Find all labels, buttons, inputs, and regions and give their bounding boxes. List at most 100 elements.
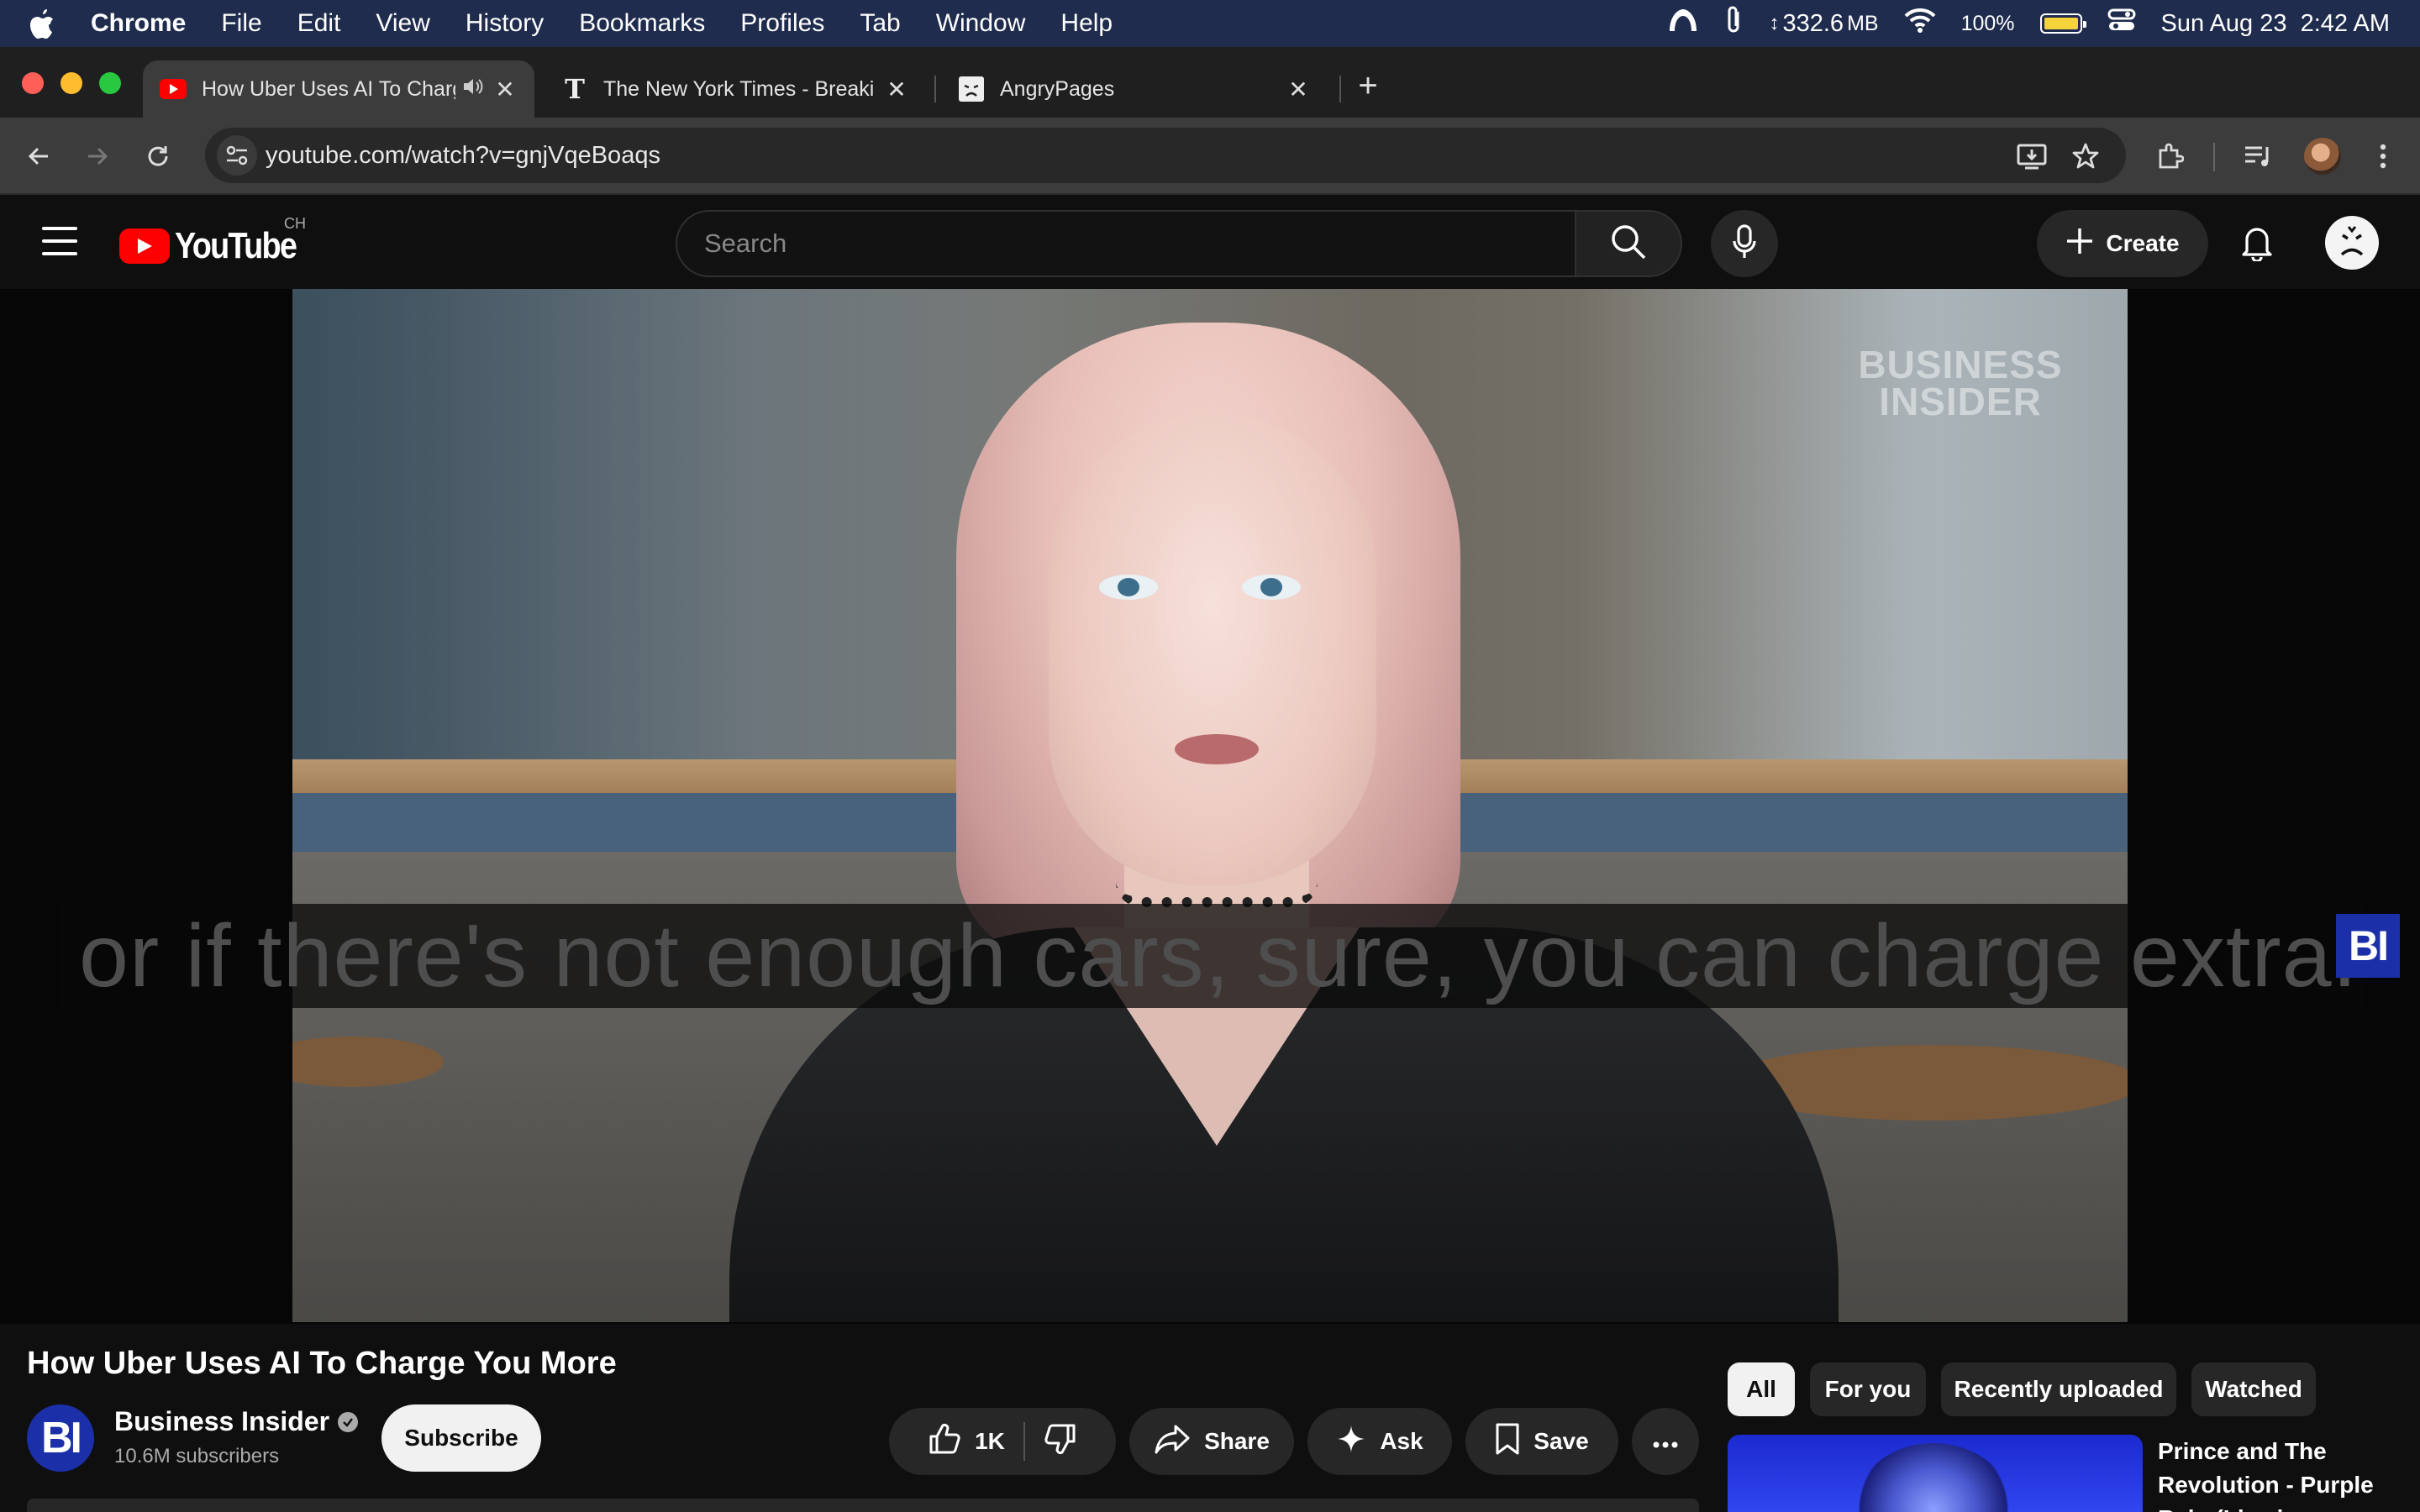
save-label: Save — [1534, 1428, 1589, 1454]
tab-strip: How Uber Uses AI To Charge You More ✕ T … — [0, 47, 2420, 118]
menu-app-chrome[interactable]: Chrome — [91, 9, 186, 38]
channel-avatar[interactable]: BI — [27, 1404, 94, 1472]
channel-name-text: Business Insider — [114, 1406, 330, 1436]
chrome-menu-icon[interactable] — [2365, 138, 2402, 175]
tab-divider — [1339, 76, 1341, 102]
watermark-line: INSIDER — [1879, 380, 2042, 423]
close-window-button[interactable] — [22, 72, 44, 94]
guide-menu-icon[interactable] — [42, 227, 77, 255]
more-actions-button[interactable] — [1632, 1408, 1699, 1475]
video-player[interactable]: BUSINESS INSIDER — [0, 289, 2420, 1324]
nebula-icon[interactable] — [1666, 8, 1700, 39]
like-count: 1K — [975, 1428, 1005, 1454]
menu-profiles[interactable]: Profiles — [740, 9, 824, 38]
bell-icon — [2240, 223, 2274, 265]
channel-name[interactable]: Business Insider — [114, 1406, 359, 1437]
speaker-icon[interactable] — [462, 76, 484, 102]
description-box-edge[interactable] — [27, 1499, 1699, 1512]
bookmark-star-icon[interactable] — [2067, 138, 2104, 175]
subscribe-button[interactable]: Subscribe — [381, 1404, 541, 1472]
recommendation-title[interactable]: Prince and The Revolution - Purple Rain … — [2158, 1435, 2410, 1512]
angrypages-icon — [958, 76, 985, 102]
video-title: How Uber Uses AI To Charge You More — [27, 1346, 617, 1381]
profile-avatar[interactable] — [2304, 138, 2341, 175]
tab-nytimes[interactable]: T The New York Times - Breaking News ✕ — [544, 60, 926, 118]
youtube-wordmark: YouTube — [175, 225, 297, 266]
search-placeholder: Search — [704, 228, 787, 258]
menu-view[interactable]: View — [376, 9, 429, 38]
menu-window[interactable]: Window — [936, 9, 1026, 38]
youtube-logo[interactable]: YouTube CH — [119, 215, 316, 267]
create-button[interactable]: Create — [2037, 210, 2208, 277]
like-dislike-group: 1K — [889, 1408, 1116, 1475]
youtube-play-logo-icon — [119, 228, 170, 264]
media-control-icon[interactable] — [2240, 138, 2277, 175]
close-tab-icon[interactable]: ✕ — [884, 76, 909, 103]
share-icon — [1154, 1424, 1191, 1460]
memory-value: 332.6 — [1782, 9, 1844, 37]
menu-history[interactable]: History — [466, 9, 544, 38]
zoom-window-button[interactable] — [99, 72, 121, 94]
dislike-button[interactable] — [1025, 1408, 1096, 1475]
back-button[interactable] — [20, 138, 57, 175]
caption-bar: or if there's not enough cars, sure, you… — [60, 904, 2363, 1008]
wifi-icon[interactable] — [1904, 8, 1936, 39]
menu-edit[interactable]: Edit — [297, 9, 341, 38]
minimize-window-button[interactable] — [60, 72, 82, 94]
video-frame[interactable]: BUSINESS INSIDER — [292, 289, 2128, 1322]
watermark-line: BUSINESS — [1858, 343, 2063, 386]
share-button[interactable]: Share — [1129, 1408, 1294, 1475]
memory-icon: ↕ — [1769, 12, 1780, 34]
forward-button[interactable] — [79, 138, 116, 175]
menubar-status-area: ↕ 332.6 MB 100% Sun Aug 23 2:42 AM — [1666, 0, 2390, 47]
memory-readout[interactable]: ↕ 332.6 MB — [1769, 10, 1878, 38]
tab-title: How Uber Uses AI To Charge You More — [202, 76, 455, 101]
control-center-icon[interactable] — [2107, 8, 2136, 39]
search-button[interactable] — [1576, 210, 1682, 277]
recommendation-thumbnail[interactable] — [1728, 1435, 2143, 1512]
chip-recently-uploaded[interactable]: Recently uploaded — [1941, 1362, 2176, 1416]
menu-tab[interactable]: Tab — [860, 9, 900, 38]
macos-menubar: Chrome File Edit View History Bookmarks … — [0, 0, 2420, 47]
ask-button[interactable]: Ask — [1307, 1408, 1452, 1475]
menu-file[interactable]: File — [221, 9, 261, 38]
account-avatar[interactable] — [2324, 215, 2380, 275]
browser-toolbar: youtube.com/watch?v=gnjVqeBoaqs — [0, 118, 2420, 195]
caption-text: or if there's not enough cars, sure, you… — [79, 906, 2359, 1005]
new-tab-button[interactable]: + — [1351, 69, 1385, 102]
sparkle-icon — [1336, 1424, 1366, 1460]
tab-youtube[interactable]: How Uber Uses AI To Charge You More ✕ — [143, 60, 534, 118]
menu-help[interactable]: Help — [1060, 9, 1113, 38]
thumbs-up-icon — [928, 1422, 961, 1462]
reload-button[interactable] — [139, 138, 176, 175]
voice-search-button[interactable] — [1711, 210, 1778, 277]
apple-icon[interactable] — [29, 7, 62, 40]
site-info-icon[interactable] — [217, 135, 257, 176]
battery-fill — [2044, 18, 2078, 29]
youtube-masthead: YouTube CH Search Create — [0, 195, 2420, 289]
save-button[interactable]: Save — [1465, 1408, 1618, 1475]
tab-divider — [934, 76, 936, 102]
close-tab-icon[interactable]: ✕ — [492, 76, 518, 103]
youtube-icon — [160, 76, 187, 102]
channel-watermark-badge[interactable]: BI — [2336, 914, 2400, 978]
address-bar[interactable]: youtube.com/watch?v=gnjVqeBoaqs — [205, 128, 2126, 183]
notifications-button[interactable] — [2233, 220, 2281, 267]
paperclip-icon[interactable] — [1725, 5, 1744, 42]
search-input[interactable]: Search — [676, 210, 1576, 277]
clock[interactable]: Sun Aug 23 2:42 AM — [2161, 10, 2390, 38]
chip-all[interactable]: All — [1728, 1362, 1795, 1416]
like-button[interactable]: 1K — [909, 1408, 1023, 1475]
plus-icon — [2065, 227, 2094, 261]
thumbs-down-icon — [1044, 1422, 1077, 1462]
install-app-icon[interactable] — [2013, 138, 2050, 175]
menu-bookmarks[interactable]: Bookmarks — [579, 9, 705, 38]
close-tab-icon[interactable]: ✕ — [1286, 76, 1311, 103]
battery-icon[interactable] — [2039, 13, 2086, 34]
tab-angrypages[interactable]: AngryPages ✕ — [941, 60, 1328, 118]
chip-watched[interactable]: Watched — [2191, 1362, 2316, 1416]
url-text: youtube.com/watch?v=gnjVqeBoaqs — [266, 141, 660, 169]
extensions-icon[interactable] — [2151, 138, 2188, 175]
country-code: CH — [284, 215, 306, 232]
chip-for-you[interactable]: For you — [1810, 1362, 1926, 1416]
